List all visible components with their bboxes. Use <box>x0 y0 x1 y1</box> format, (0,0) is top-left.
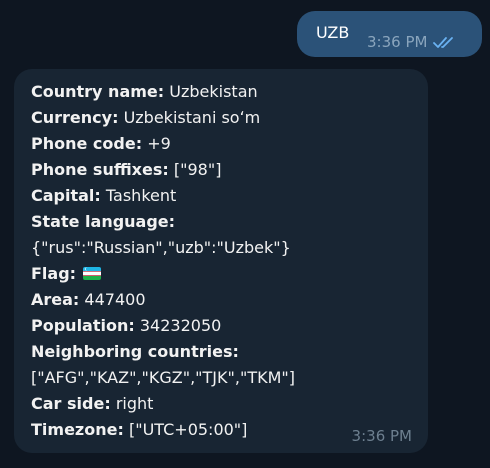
field-country-name: Country name: Uzbekistan <box>31 79 412 105</box>
field-label: Car side: <box>31 394 111 413</box>
chat-view: UZB 3:36 PM Country name: Uzbekistan Cur… <box>0 0 490 468</box>
field-neighboring-countries: Neighboring countries: <box>31 339 412 365</box>
field-state-language-value: {"rus":"Russian","uzb":"Uzbek"} <box>31 235 412 261</box>
field-label: Timezone: <box>31 420 124 439</box>
field-label: Phone suffixes: <box>31 160 169 179</box>
field-label: Capital: <box>31 186 101 205</box>
field-neighboring-countries-value: ["AFG","KAZ","KGZ","TJK","TKM"] <box>31 365 412 391</box>
field-label: Currency: <box>31 108 119 127</box>
double-check-icon <box>433 37 454 48</box>
uzbekistan-flag-icon <box>83 267 102 280</box>
field-value: Uzbekistani soʻm <box>123 108 261 127</box>
field-car-side: Car side: right <box>31 391 412 417</box>
field-value: right <box>115 394 154 413</box>
field-value: Uzbekistan <box>169 82 258 101</box>
field-currency: Currency: Uzbekistani soʻm <box>31 105 412 131</box>
field-label: Area: <box>31 290 80 309</box>
field-label: Neighboring countries: <box>31 342 239 361</box>
outgoing-message[interactable]: UZB 3:36 PM <box>297 11 482 57</box>
field-flag: Flag: <box>31 261 412 287</box>
field-area: Area: 447400 <box>31 287 412 313</box>
message-text: UZB <box>316 22 350 42</box>
field-label: Population: <box>31 316 135 335</box>
field-label: Country name: <box>31 82 165 101</box>
message-meta: 3:36 PM <box>367 33 457 51</box>
field-label: Phone code: <box>31 134 143 153</box>
message-time: 3:36 PM <box>367 33 428 51</box>
field-value: ["UTC+05:00"] <box>128 420 248 439</box>
field-value: Tashkent <box>105 186 177 205</box>
field-value: ["AFG","KAZ","KGZ","TJK","TKM"] <box>31 368 295 387</box>
field-value: +9 <box>147 134 171 153</box>
field-label: State language: <box>31 212 176 231</box>
incoming-message[interactable]: Country name: Uzbekistan Currency: Uzbek… <box>14 69 428 453</box>
field-state-language: State language: <box>31 209 412 235</box>
field-value: 447400 <box>84 290 146 309</box>
field-value: ["98"] <box>173 160 222 179</box>
field-capital: Capital: Tashkent <box>31 183 412 209</box>
field-population: Population: 34232050 <box>31 313 412 339</box>
field-value: {"rus":"Russian","uzb":"Uzbek"} <box>31 238 291 257</box>
field-value: 34232050 <box>139 316 222 335</box>
field-phone-code: Phone code: +9 <box>31 131 412 157</box>
field-label: Flag: <box>31 264 77 283</box>
message-time: 3:36 PM <box>351 427 412 445</box>
field-phone-suffixes: Phone suffixes: ["98"] <box>31 157 412 183</box>
